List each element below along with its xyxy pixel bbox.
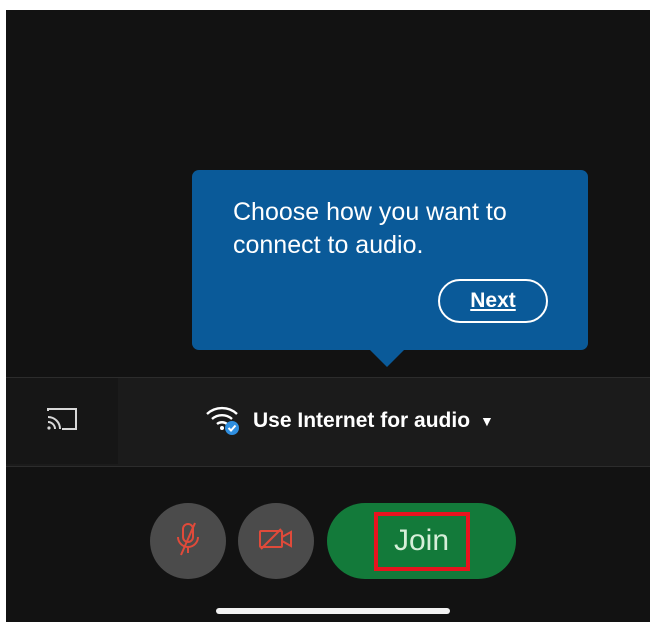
caret-down-icon: ▼: [480, 413, 494, 429]
meeting-join-screen: Choose how you want to connect to audio.…: [0, 0, 650, 622]
screen-cast-button[interactable]: [6, 378, 118, 464]
tooltip-message: Choose how you want to connect to audio.: [233, 198, 507, 259]
join-button-label: Join: [373, 511, 470, 571]
audio-option-label: Use Internet for audio: [253, 409, 471, 432]
next-button[interactable]: Next: [438, 279, 548, 323]
home-indicator[interactable]: [216, 608, 450, 614]
join-button[interactable]: Join: [327, 503, 516, 579]
mute-microphone-button[interactable]: [150, 503, 226, 579]
tooltip-pointer: [369, 349, 405, 367]
audio-connection-selector[interactable]: Use Internet for audio ▼: [205, 400, 560, 442]
screen-cast-icon: [44, 405, 80, 438]
wifi-icon: [205, 402, 241, 441]
camera-toggle-button[interactable]: [238, 503, 314, 579]
camera-off-icon: [257, 525, 295, 558]
microphone-muted-icon: [173, 521, 203, 562]
